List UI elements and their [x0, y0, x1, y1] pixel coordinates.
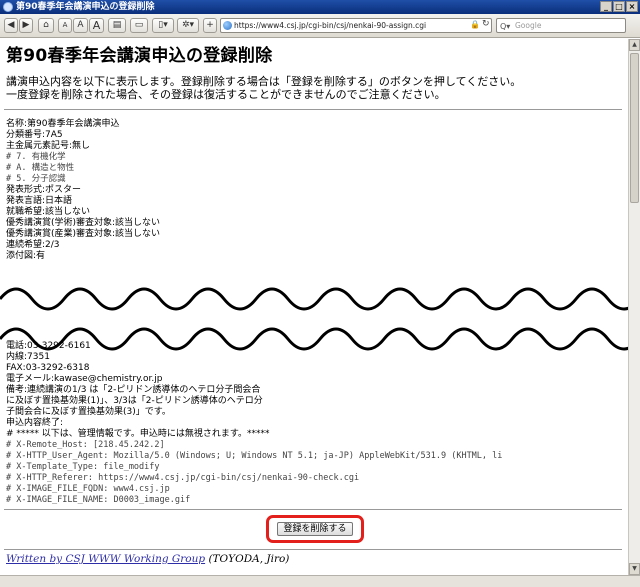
divider	[4, 549, 622, 550]
window-title: 第90春季年会講演申込の登録削除	[16, 2, 155, 12]
record-line: 発表形式:ポスター	[6, 185, 82, 195]
record-line: # X-Template_Type: file_modify	[6, 462, 160, 472]
book-icon: ▭	[134, 20, 144, 30]
minimize-button[interactable]: _	[600, 1, 612, 12]
search-placeholder: Google	[515, 21, 542, 30]
page-menu-button[interactable]: ▯▾	[152, 18, 174, 33]
status-bar	[0, 575, 640, 587]
back-button[interactable]: ◀	[4, 18, 18, 33]
intro-line: 講演申込内容を以下に表示します。登録削除する場合は「登録を削除する」のボタンを押…	[6, 75, 522, 88]
record-line: # ***** 以下は、管理情報です。申込時には無視されます。*****	[6, 429, 270, 439]
record-line: # A. 構造と物性	[6, 163, 75, 173]
settings-menu-button[interactable]: ✲▾	[177, 18, 199, 33]
record-line: # X-Remote_Host: [218.45.242.2]	[6, 440, 165, 450]
intro-line: 一度登録を削除された場合、その登録は復活することができませんのでご注意ください。	[6, 88, 446, 101]
address-text: https://www4.csj.jp/cgi-bin/csj/nenkai-9…	[234, 21, 427, 30]
record-line: 備考:連続講演の1/3 は「2-ピリドン誘導体のヘテロ分子間会合	[6, 385, 261, 395]
home-icon: ⌂	[43, 20, 49, 30]
font-medium-button[interactable]: A	[73, 18, 88, 33]
scroll-down-arrow[interactable]: ▼	[629, 563, 640, 575]
record-line: 連続希望:2/3	[6, 240, 60, 250]
scrollbar-thumb[interactable]	[630, 53, 639, 203]
lock-icon: 🔒	[470, 20, 480, 29]
close-button[interactable]: ×	[626, 1, 638, 12]
search-input[interactable]: Q▾ Google	[496, 18, 626, 33]
footer-link[interactable]: Written by CSJ WWW Working Group	[6, 553, 205, 565]
add-bookmark-button[interactable]: +	[203, 18, 217, 33]
intro-text: 講演申込内容を以下に表示します。登録削除する場合は「登録を削除する」のボタンを押…	[6, 75, 521, 101]
font-large-button[interactable]: A	[89, 18, 104, 33]
record-line: # X-HTTP_Referer: https://www4.csj.jp/cg…	[6, 473, 360, 483]
record-line: 名称:第90春季年会講演申込	[6, 119, 120, 129]
record-line: # 7. 有機化学	[6, 152, 66, 162]
delete-button-highlight: 登録を削除する	[266, 515, 364, 543]
record-line: 申込内容終了:	[6, 418, 64, 428]
record-line: FAX:03-3292-6318	[6, 363, 90, 373]
search-icon: Q▾	[500, 22, 511, 31]
font-small-button[interactable]: A	[58, 18, 72, 33]
record-line: 電話:03-3292-6161	[6, 341, 91, 351]
printer-icon: ▤	[112, 20, 122, 30]
bookmarks-button[interactable]: ▭	[130, 18, 148, 33]
record-line: に及ぼす置換基効果(1)」、3/3は「2-ピリドン誘導体のヘテロ分	[6, 396, 263, 406]
plus-icon: +	[206, 20, 214, 30]
divider	[4, 509, 622, 510]
gear-icon: ✲▾	[181, 20, 195, 30]
print-button[interactable]: ▤	[108, 18, 126, 33]
home-button[interactable]: ⌂	[38, 18, 54, 33]
footer-author: (TOYODA, Jiro)	[205, 553, 290, 565]
content-break-wave	[0, 287, 628, 351]
globe-icon	[223, 21, 232, 30]
browser-app-icon	[3, 2, 13, 12]
record-line: 発表言語:日本語	[6, 196, 73, 206]
maximize-button[interactable]: □	[613, 1, 625, 12]
record-line: # X-IMAGE_FILE_FQDN: www4.csj.jp	[6, 484, 170, 494]
record-line: # X-IMAGE_FILE_NAME: D0003_image.gif	[6, 495, 191, 505]
record-line: 子間会合に及ぼす置換基効果(3)」です。	[6, 407, 171, 417]
record-line: 優秀講演賞(学術)審査対象:該当しない	[6, 218, 161, 228]
scroll-up-arrow[interactable]: ▲	[629, 39, 640, 51]
record-line: 添付図:有	[6, 251, 46, 261]
page-title: 第90春季年会講演申込の登録削除	[6, 46, 273, 66]
record-line: 電子メール:kawase@chemistry.or.jp	[6, 374, 163, 384]
page-content: 第90春季年会講演申込の登録削除 講演申込内容を以下に表示します。登録削除する場…	[0, 39, 628, 575]
address-bar[interactable]: https://www4.csj.jp/cgi-bin/csj/nenkai-9…	[220, 18, 492, 33]
window-title-bar: 第90春季年会講演申込の登録削除 _ □ ×	[0, 0, 640, 14]
record-line: 優秀講演賞(産業)審査対象:該当しない	[6, 229, 161, 239]
reload-icon[interactable]: ↻	[482, 19, 490, 29]
page-footer: Written by CSJ WWW Working Group (TOYODA…	[6, 553, 289, 565]
forward-button[interactable]: ▶	[19, 18, 33, 33]
record-line: # X-HTTP_User_Agent: Mozilla/5.0 (Window…	[6, 451, 503, 461]
record-line: 内線:7351	[6, 352, 50, 362]
delete-registration-button[interactable]: 登録を削除する	[277, 522, 353, 536]
record-line: # 5. 分子認識	[6, 174, 66, 184]
record-line: 就職希望:該当しない	[6, 207, 91, 217]
record-line: 主金属元素記号:無し	[6, 141, 91, 151]
record-line: 分類番号:7A5	[6, 130, 63, 140]
vertical-scrollbar[interactable]: ▲ ▼	[628, 39, 640, 575]
browser-toolbar: ◀ ▶ ⌂ A A A ▤ ▭ ▯▾ ✲▾ + https://www4.csj…	[0, 14, 640, 38]
divider	[4, 109, 622, 110]
page-icon: ▯▾	[158, 20, 168, 30]
